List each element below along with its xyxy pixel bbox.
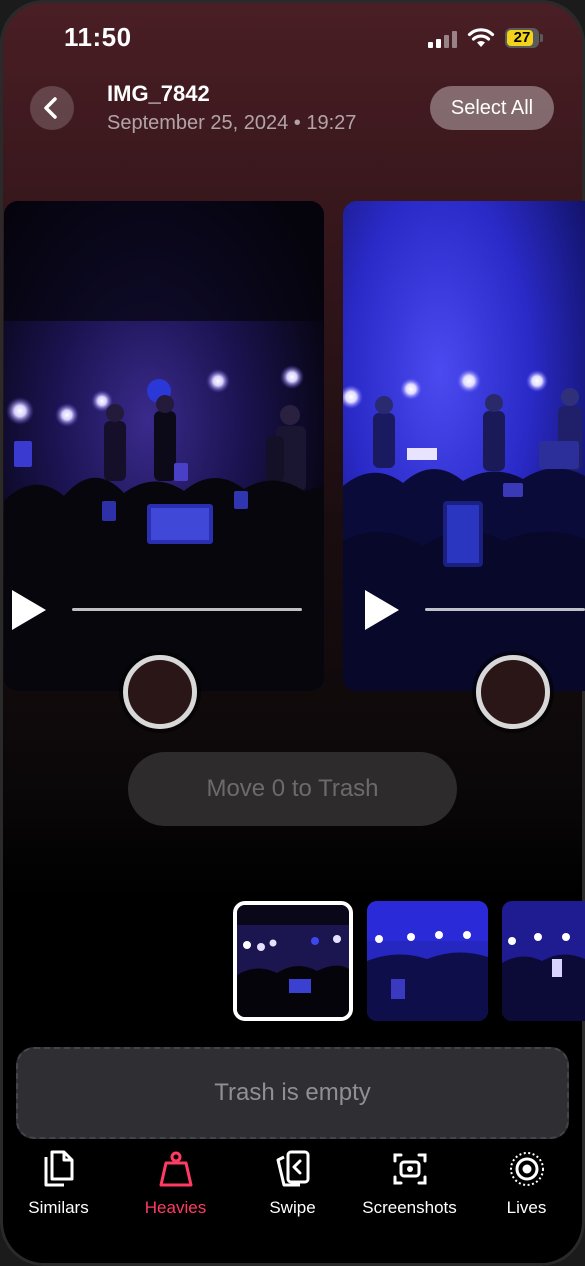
select-all-button[interactable]: Select All: [430, 86, 554, 130]
weight-icon: [159, 1151, 193, 1187]
tab-lives[interactable]: Lives: [468, 1145, 585, 1225]
thumbnail-image: [502, 901, 585, 1021]
tab-label: Heavies: [144, 1198, 207, 1217]
tab-label: Swipe: [269, 1198, 316, 1217]
concert-video-frame: [4, 201, 324, 691]
tab-similars[interactable]: Similars: [0, 1145, 117, 1225]
live-photo-icon: [510, 1152, 544, 1186]
move-to-trash-button[interactable]: Move 0 to Trash: [128, 752, 457, 826]
chevron-left-icon: [44, 97, 57, 119]
video-scrubber[interactable]: [72, 608, 302, 611]
screenshot-icon: [393, 1153, 427, 1185]
app-screen: 11:50 27 IMG_7842 September 25, 2024 • 1…: [0, 0, 585, 1266]
documents-icon: [44, 1150, 74, 1187]
battery-level: 27: [513, 29, 531, 46]
tab-swipe[interactable]: Swipe: [234, 1145, 351, 1225]
select-circle[interactable]: [123, 655, 197, 729]
status-bar: 11:50 27: [0, 0, 585, 70]
trash-drop-zone[interactable]: Trash is empty: [16, 1047, 569, 1139]
tab-bar: Similars Heavies Swipe Screenshots Lives: [0, 1145, 585, 1225]
thumbnail[interactable]: [367, 901, 488, 1021]
thumbnail-image: [367, 901, 488, 1021]
play-icon[interactable]: [365, 590, 401, 630]
page-subtitle: September 25, 2024 • 19:27: [107, 112, 357, 134]
tab-label: Similars: [28, 1198, 89, 1217]
video-scrubber[interactable]: [425, 608, 585, 611]
wifi-icon: [467, 28, 495, 47]
status-time: 11:50: [64, 22, 132, 52]
battery-icon: 27: [505, 28, 543, 48]
page-title: IMG_7842: [107, 81, 210, 106]
thumbnail-image: [237, 905, 349, 1017]
tab-heavies[interactable]: Heavies: [117, 1145, 234, 1225]
back-button[interactable]: [30, 86, 74, 130]
video-card[interactable]: [4, 201, 324, 691]
tab-label: Lives: [506, 1198, 547, 1217]
thumbnail-selected[interactable]: [233, 901, 353, 1021]
select-circle[interactable]: [476, 655, 550, 729]
tab-label: Screenshots: [362, 1198, 457, 1217]
thumbnail[interactable]: [502, 901, 585, 1021]
tab-screenshots[interactable]: Screenshots: [351, 1145, 468, 1225]
cellular-signal-icon: [428, 30, 458, 48]
play-icon[interactable]: [12, 590, 48, 630]
home-indicator: [205, 1249, 380, 1254]
swipe-cards-icon: [276, 1150, 310, 1187]
